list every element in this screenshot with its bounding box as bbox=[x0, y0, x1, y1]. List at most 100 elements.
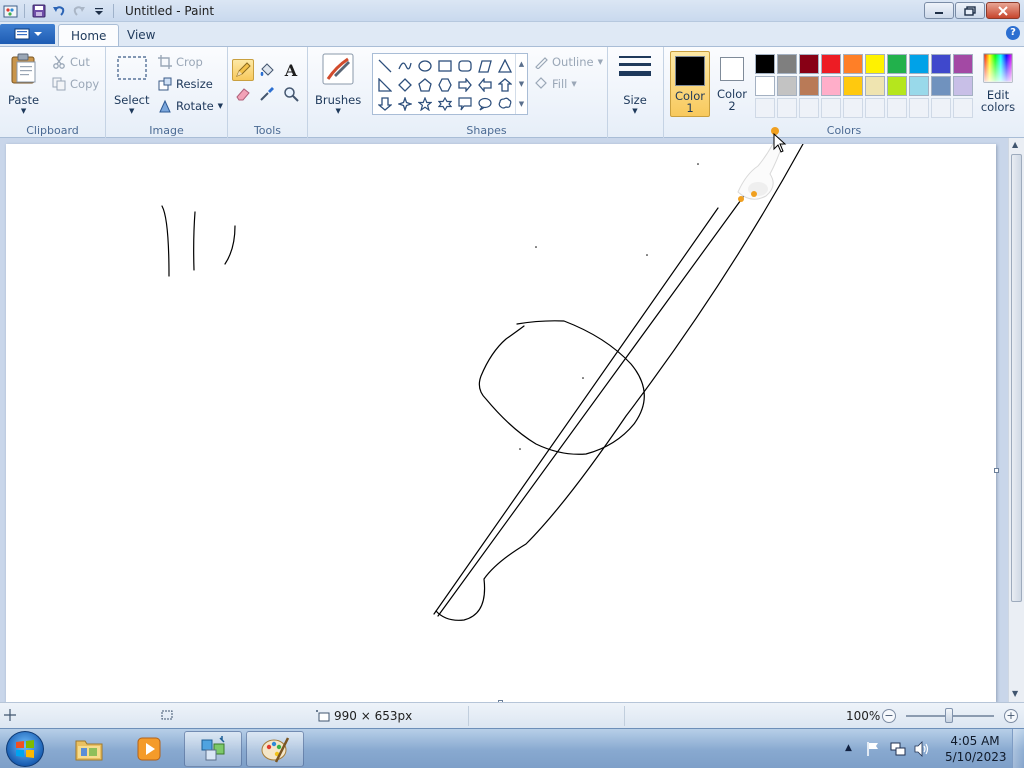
palette-swatch[interactable] bbox=[843, 76, 863, 96]
brushes-button[interactable]: Brushes ▼ bbox=[315, 53, 361, 115]
palette-swatch[interactable] bbox=[821, 54, 841, 74]
palette-swatch[interactable] bbox=[865, 76, 885, 96]
minimize-button[interactable] bbox=[924, 2, 954, 19]
save-icon[interactable] bbox=[31, 3, 47, 19]
undo-icon[interactable] bbox=[51, 3, 67, 19]
vertical-scroll-thumb[interactable] bbox=[1011, 154, 1022, 602]
zoom-slider-thumb[interactable] bbox=[945, 708, 953, 723]
copy-button[interactable]: Copy bbox=[52, 75, 99, 93]
palette-swatch[interactable] bbox=[931, 54, 951, 74]
show-hidden-icons-icon[interactable]: ▲ bbox=[845, 743, 852, 753]
palette-swatch[interactable] bbox=[799, 54, 819, 74]
explorer-taskbar-button[interactable] bbox=[60, 731, 118, 767]
shapes-scrollbar[interactable]: ▲ ▼ ▼ bbox=[515, 54, 527, 114]
network-app-taskbar-button[interactable] bbox=[184, 731, 242, 767]
diamond-shape-icon[interactable] bbox=[395, 75, 415, 94]
text-icon[interactable]: A bbox=[280, 59, 302, 81]
palette-swatch[interactable] bbox=[953, 76, 973, 96]
custom-color-slot[interactable] bbox=[799, 98, 819, 118]
paint-menu-button[interactable] bbox=[0, 24, 55, 44]
drawing-canvas[interactable] bbox=[6, 137, 999, 705]
scroll-down-arrow-icon[interactable]: ▼ bbox=[1012, 689, 1018, 698]
hexagon-shape-icon[interactable] bbox=[435, 75, 455, 94]
resize-button[interactable]: Resize bbox=[158, 75, 213, 93]
polygon-shape-icon[interactable] bbox=[475, 56, 495, 75]
palette-swatch[interactable] bbox=[887, 54, 907, 74]
down-arrow-shape-icon[interactable] bbox=[375, 94, 395, 113]
start-button[interactable] bbox=[6, 731, 44, 767]
left-arrow-shape-icon[interactable] bbox=[475, 75, 495, 94]
pentagon-shape-icon[interactable] bbox=[415, 75, 435, 94]
volume-icon[interactable] bbox=[914, 741, 930, 757]
palette-swatch[interactable] bbox=[909, 76, 929, 96]
palette-swatch[interactable] bbox=[799, 76, 819, 96]
vertical-scrollbar[interactable]: ▲ ▼ bbox=[1008, 138, 1024, 702]
scroll-up-arrow-icon[interactable]: ▲ bbox=[1012, 140, 1018, 149]
select-button[interactable]: Select ▼ bbox=[114, 53, 149, 115]
oval-callout-shape-icon[interactable] bbox=[475, 94, 495, 113]
scroll-up-icon[interactable]: ▲ bbox=[519, 60, 524, 68]
scroll-down-icon[interactable]: ▼ bbox=[519, 80, 524, 88]
right-arrow-shape-icon[interactable] bbox=[455, 75, 475, 94]
palette-swatch[interactable] bbox=[953, 54, 973, 74]
tab-home[interactable]: Home bbox=[58, 24, 120, 46]
six-point-star-shape-icon[interactable] bbox=[435, 94, 455, 113]
custom-color-slot[interactable] bbox=[865, 98, 885, 118]
color2-button[interactable]: Color 2 bbox=[712, 51, 752, 117]
pencil-icon[interactable] bbox=[232, 59, 254, 81]
palette-swatch[interactable] bbox=[931, 76, 951, 96]
palette-swatch[interactable] bbox=[821, 76, 841, 96]
custom-color-slot[interactable] bbox=[953, 98, 973, 118]
cut-button[interactable]: Cut bbox=[52, 53, 90, 71]
taskbar-clock[interactable]: 4:05 AM 5/10/2023 bbox=[945, 733, 1007, 765]
custom-color-slot[interactable] bbox=[931, 98, 951, 118]
custom-color-slot[interactable] bbox=[843, 98, 863, 118]
curve-shape-icon[interactable] bbox=[395, 56, 415, 75]
custom-color-slot[interactable] bbox=[909, 98, 929, 118]
oval-shape-icon[interactable] bbox=[415, 56, 435, 75]
fill-button[interactable]: Fill ▼ bbox=[534, 75, 577, 93]
line-shape-icon[interactable] bbox=[375, 56, 395, 75]
show-desktop-button[interactable] bbox=[1012, 729, 1024, 768]
five-point-star-shape-icon[interactable] bbox=[415, 94, 435, 113]
edit-colors-button[interactable]: Edit colors bbox=[976, 51, 1020, 117]
tab-view[interactable]: View bbox=[115, 24, 167, 46]
palette-swatch[interactable] bbox=[755, 54, 775, 74]
rounded-rectangle-shape-icon[interactable] bbox=[455, 56, 475, 75]
palette-swatch[interactable] bbox=[843, 54, 863, 74]
canvas-resize-handle-right[interactable] bbox=[994, 468, 999, 473]
custom-color-slot[interactable] bbox=[887, 98, 907, 118]
palette-swatch[interactable] bbox=[887, 76, 907, 96]
maximize-button[interactable] bbox=[955, 2, 985, 19]
cloud-callout-shape-icon[interactable] bbox=[495, 94, 515, 113]
triangle-shape-icon[interactable] bbox=[495, 56, 515, 75]
paint-app-icon[interactable] bbox=[2, 3, 18, 19]
paint-taskbar-button[interactable] bbox=[246, 731, 304, 767]
four-point-star-shape-icon[interactable] bbox=[395, 94, 415, 113]
help-icon[interactable]: ? bbox=[1006, 26, 1020, 40]
fill-icon[interactable] bbox=[256, 59, 278, 81]
expand-gallery-icon[interactable]: ▼ bbox=[519, 100, 524, 108]
rectangle-shape-icon[interactable] bbox=[435, 56, 455, 75]
eraser-icon[interactable] bbox=[232, 83, 254, 105]
right-triangle-shape-icon[interactable] bbox=[375, 75, 395, 94]
close-button[interactable] bbox=[986, 2, 1020, 19]
custom-color-slot[interactable] bbox=[821, 98, 841, 118]
paste-button[interactable]: Paste ▼ bbox=[8, 53, 39, 115]
color-picker-icon[interactable] bbox=[256, 83, 278, 105]
rect-callout-shape-icon[interactable] bbox=[455, 94, 475, 113]
crop-button[interactable]: Crop bbox=[158, 53, 203, 71]
customize-arrow-icon[interactable] bbox=[91, 3, 107, 19]
palette-swatch[interactable] bbox=[865, 54, 885, 74]
color1-button[interactable]: Color 1 bbox=[670, 51, 710, 117]
palette-swatch[interactable] bbox=[909, 54, 929, 74]
size-button[interactable]: Size ▼ bbox=[618, 53, 652, 115]
palette-swatch[interactable] bbox=[777, 76, 797, 96]
up-arrow-shape-icon[interactable] bbox=[495, 75, 515, 94]
media-player-taskbar-button[interactable] bbox=[120, 731, 178, 767]
action-center-flag-icon[interactable] bbox=[866, 741, 880, 757]
outline-button[interactable]: Outline ▼ bbox=[534, 53, 603, 71]
zoom-out-button[interactable]: − bbox=[882, 709, 896, 723]
palette-swatch[interactable] bbox=[755, 76, 775, 96]
custom-color-slot[interactable] bbox=[755, 98, 775, 118]
